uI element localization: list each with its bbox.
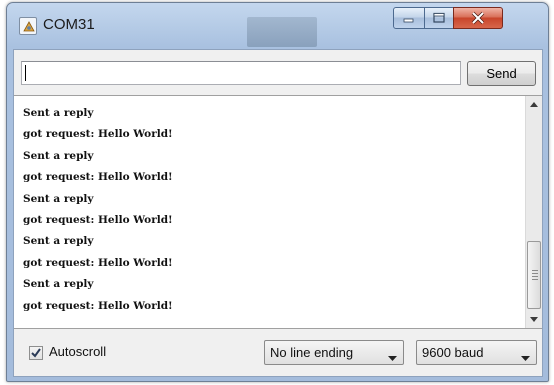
autoscroll-checkbox[interactable] bbox=[29, 346, 43, 360]
output-line: Sent a reply bbox=[23, 235, 94, 248]
grip-line bbox=[532, 276, 538, 277]
scroll-down-arrow-icon[interactable] bbox=[526, 311, 542, 328]
grip-line bbox=[532, 279, 538, 280]
output-line: Sent a reply bbox=[23, 278, 94, 291]
chevron-down-icon bbox=[388, 350, 397, 365]
maximize-icon bbox=[425, 8, 453, 28]
bottom-bar: Autoscroll No line ending 9600 baud bbox=[14, 330, 542, 376]
serial-monitor-window: COM31 Send Sent a reply got request: Hel… bbox=[6, 2, 549, 382]
arduino-app-icon bbox=[19, 17, 37, 35]
output-line: got request: Hello World! bbox=[23, 256, 173, 269]
close-button[interactable] bbox=[453, 7, 503, 29]
maximize-button[interactable] bbox=[424, 7, 454, 29]
output-lines: Sent a reply got request: Hello World! S… bbox=[23, 103, 519, 317]
send-button[interactable]: Send bbox=[467, 61, 536, 86]
vertical-scrollbar[interactable] bbox=[525, 96, 542, 328]
output-line: got request: Hello World! bbox=[23, 299, 173, 312]
line-ending-value: No line ending bbox=[270, 345, 354, 360]
baud-rate-dropdown[interactable]: 9600 baud bbox=[416, 340, 537, 365]
client-area: Send Sent a reply got request: Hello Wor… bbox=[13, 49, 543, 377]
output-line: got request: Hello World! bbox=[23, 213, 173, 226]
grip-line bbox=[532, 273, 538, 274]
minimize-button[interactable] bbox=[393, 7, 425, 29]
background-blur bbox=[247, 17, 317, 47]
scroll-thumb[interactable] bbox=[527, 241, 541, 309]
scroll-up-arrow-icon[interactable] bbox=[526, 96, 542, 113]
output-line: Sent a reply bbox=[23, 192, 94, 205]
minimize-icon bbox=[394, 8, 424, 28]
close-icon bbox=[454, 8, 502, 28]
serial-output[interactable]: Sent a reply got request: Hello World! S… bbox=[14, 95, 542, 329]
output-line: got request: Hello World! bbox=[23, 171, 173, 184]
baud-rate-value: 9600 baud bbox=[422, 345, 484, 360]
chevron-down-icon bbox=[521, 350, 530, 365]
window-title: COM31 bbox=[43, 16, 95, 33]
output-line: Sent a reply bbox=[23, 149, 94, 162]
line-ending-dropdown[interactable]: No line ending bbox=[264, 340, 404, 365]
output-line: got request: Hello World! bbox=[23, 128, 173, 141]
grip-line bbox=[532, 270, 538, 271]
text-caret bbox=[25, 65, 26, 81]
autoscroll-label[interactable]: Autoscroll bbox=[49, 344, 106, 359]
title-bar[interactable]: COM31 bbox=[7, 3, 548, 49]
serial-input[interactable] bbox=[21, 61, 461, 85]
output-line: Sent a reply bbox=[23, 107, 94, 119]
